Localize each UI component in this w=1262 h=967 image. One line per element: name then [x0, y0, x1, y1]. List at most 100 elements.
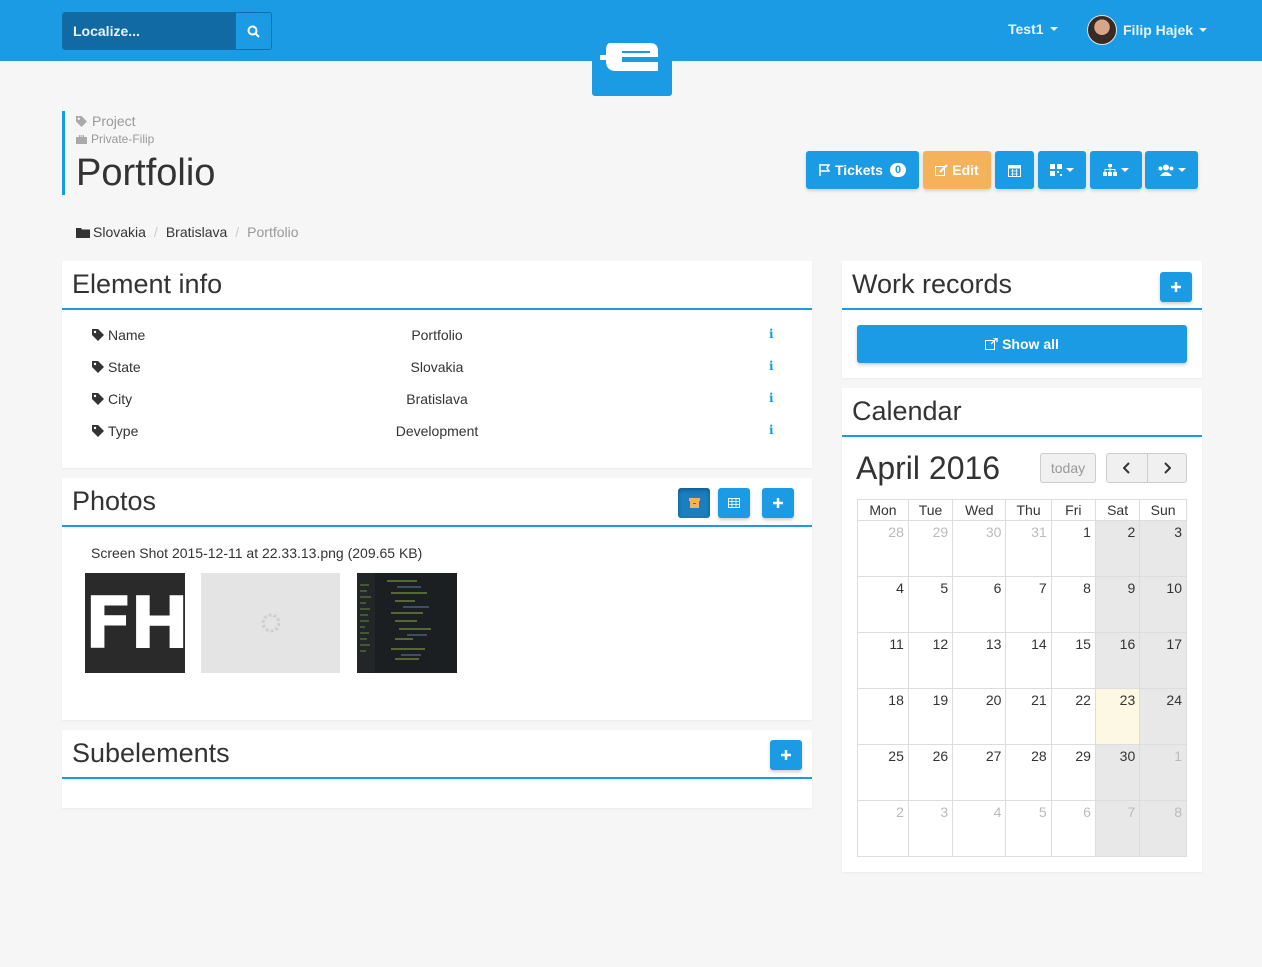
- calendar-day-cell[interactable]: 21: [1005, 688, 1052, 745]
- plus-icon: [1171, 282, 1181, 292]
- work-records-header: Work records: [842, 261, 1202, 310]
- calendar-week-row: 4 5 6 7 8 9 10: [857, 576, 1187, 633]
- project-menu[interactable]: Test1: [1008, 21, 1058, 37]
- calendar-day-cell[interactable]: 10: [1139, 576, 1187, 633]
- photos-panel: Photos Screen Shot 2015-12-11 at 22.33.1…: [62, 478, 812, 720]
- users-menu-button[interactable]: [1145, 151, 1198, 189]
- photo-thumbnail[interactable]: [357, 573, 457, 673]
- info-icon[interactable]: i: [769, 359, 774, 373]
- table-icon: [728, 498, 740, 508]
- element-owner: Private-Filip: [76, 131, 215, 147]
- calendar-day-cell[interactable]: 28: [1005, 744, 1052, 801]
- calendar-day-cell[interactable]: 22: [1050, 688, 1096, 745]
- element-info-panel: Element info Name Portfolio i State Slov…: [62, 261, 812, 468]
- calendar-day-cell[interactable]: 3: [907, 800, 954, 857]
- element-type: Project: [76, 111, 215, 131]
- edit-button[interactable]: Edit: [923, 151, 991, 189]
- calendar-day-cell[interactable]: 29: [1050, 744, 1096, 801]
- calendar-day-cell[interactable]: 7: [1094, 800, 1141, 857]
- today-button[interactable]: today: [1040, 453, 1096, 483]
- calendar-day-cell-today[interactable]: 23: [1094, 688, 1141, 745]
- calendar-day-cell[interactable]: 16: [1094, 632, 1141, 689]
- folder-icon: [76, 227, 90, 238]
- calendar-day-cell[interactable]: 29: [907, 520, 954, 577]
- calendar-day-cell[interactable]: 12: [907, 632, 954, 689]
- add-work-record-button[interactable]: [1160, 272, 1192, 302]
- chevron-down-icon: [1066, 168, 1074, 172]
- calendar-day-cell[interactable]: 8: [1050, 576, 1096, 633]
- next-month-button[interactable]: [1147, 453, 1187, 483]
- calendar-day-cell[interactable]: 4: [952, 800, 1007, 857]
- calendar-day-cell[interactable]: 27: [952, 744, 1007, 801]
- calendar-day-cell[interactable]: 24: [1139, 688, 1187, 745]
- calendar-day-cell[interactable]: 1: [1050, 520, 1096, 577]
- weekday-header: Thu: [1005, 499, 1052, 521]
- info-icon[interactable]: i: [769, 327, 774, 341]
- calendar-day-cell[interactable]: 1: [1139, 744, 1187, 801]
- chevron-down-icon: [1177, 168, 1186, 172]
- calendar-day-cell[interactable]: 11: [857, 632, 909, 689]
- breadcrumb-separator: /: [235, 224, 240, 240]
- photo-file-caption: Screen Shot 2015-12-11 at 22.33.13.png (…: [91, 545, 423, 561]
- calendar-day-cell[interactable]: 9: [1094, 576, 1141, 633]
- info-value: Bratislava: [406, 391, 468, 407]
- calendar-title: Calendar: [852, 396, 962, 426]
- app-logo[interactable]: [592, 16, 672, 96]
- calendar-day-cell[interactable]: 2: [857, 800, 909, 857]
- calendar-day-cell[interactable]: 30: [1094, 744, 1141, 801]
- element-info-title: Element info: [72, 269, 223, 299]
- archive-view-button[interactable]: [678, 488, 710, 518]
- info-icon[interactable]: i: [769, 423, 774, 437]
- calendar-week-row: 11 12 13 14 15 16 17: [857, 632, 1187, 689]
- tickets-button[interactable]: Tickets 0: [806, 151, 919, 189]
- info-row-type: Type Development i: [62, 423, 812, 455]
- weekday-header: Mon: [857, 499, 909, 521]
- calendar-day-cell[interactable]: 6: [952, 576, 1007, 633]
- calendar-day-cell[interactable]: 28: [857, 520, 909, 577]
- calendar-day-cell[interactable]: 31: [1005, 520, 1052, 577]
- calendar-button[interactable]: [995, 151, 1034, 189]
- calendar-day-cell[interactable]: 19: [907, 688, 954, 745]
- prev-month-button[interactable]: [1106, 453, 1148, 483]
- info-label-text: State: [108, 359, 141, 375]
- info-row-state: State Slovakia i: [62, 359, 812, 391]
- search-input[interactable]: [63, 13, 235, 49]
- calendar-day-cell[interactable]: 14: [1005, 632, 1052, 689]
- calendar-day-cell[interactable]: 15: [1050, 632, 1096, 689]
- user-menu[interactable]: Filip Hajek: [1087, 15, 1208, 45]
- calendar-day-cell[interactable]: 7: [1005, 576, 1052, 633]
- calendar-day-cell[interactable]: 20: [952, 688, 1007, 745]
- grid-view-button[interactable]: [718, 488, 750, 518]
- element-owner-label: Private-Filip: [91, 132, 155, 146]
- calendar-day-cell[interactable]: 4: [857, 576, 909, 633]
- hierarchy-menu-button[interactable]: [1090, 151, 1142, 189]
- page-title: Portfolio: [76, 152, 216, 194]
- show-all-button[interactable]: Show all: [857, 325, 1187, 363]
- calendar-day-cell[interactable]: 6: [1050, 800, 1096, 857]
- photo-thumbnail-loading[interactable]: [201, 573, 340, 673]
- calendar-day-cell[interactable]: 3: [1139, 520, 1187, 577]
- chevron-left-icon: [1123, 462, 1130, 474]
- view-menu-button[interactable]: [1038, 151, 1086, 189]
- info-icon[interactable]: i: [769, 391, 774, 405]
- info-label-text: City: [108, 391, 133, 407]
- add-subelement-button[interactable]: [770, 740, 802, 770]
- breadcrumb-item-city[interactable]: Bratislava: [166, 224, 227, 240]
- calendar-day-cell[interactable]: 30: [952, 520, 1007, 577]
- search-button[interactable]: [235, 13, 271, 49]
- info-label: Name: [92, 327, 145, 343]
- calendar-day-cell[interactable]: 26: [907, 744, 954, 801]
- calendar-day-cell[interactable]: 5: [1005, 800, 1052, 857]
- calendar-day-cell[interactable]: 18: [857, 688, 909, 745]
- calendar-day-cell[interactable]: 8: [1139, 800, 1187, 857]
- breadcrumb-item-state[interactable]: Slovakia: [93, 224, 146, 240]
- add-photo-button[interactable]: [762, 488, 794, 518]
- calendar-day-cell[interactable]: 25: [857, 744, 909, 801]
- chevron-down-icon: [1049, 27, 1058, 31]
- photo-thumbnail[interactable]: FH: [84, 573, 190, 673]
- calendar-day-cell[interactable]: 13: [952, 632, 1007, 689]
- calendar-day-cell[interactable]: 2: [1094, 520, 1141, 577]
- subelements-title: Subelements: [72, 738, 230, 768]
- calendar-day-cell[interactable]: 5: [907, 576, 954, 633]
- calendar-day-cell[interactable]: 17: [1139, 632, 1187, 689]
